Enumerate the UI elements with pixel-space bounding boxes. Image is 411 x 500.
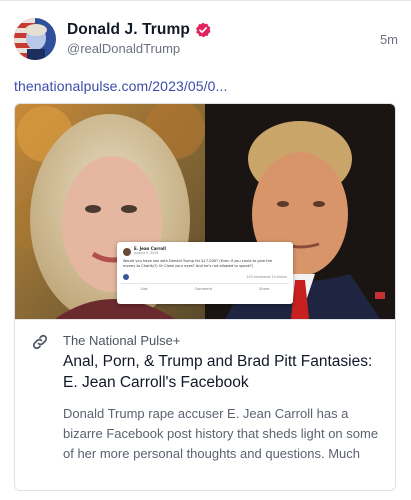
card-image[interactable]: E. Jean Carroll August 5, 2016 Would you… (15, 104, 395, 319)
fb-comment-action: Comment (194, 287, 213, 291)
author-handle[interactable]: @realDonaldTrump (67, 41, 180, 56)
fb-share-action: Share (259, 287, 270, 291)
link-icon (32, 334, 48, 350)
fb-avatar (123, 248, 131, 256)
fb-post-date: August 5, 2016 (134, 251, 159, 255)
verified-badge-icon (196, 22, 211, 38)
fb-like-action: Like (140, 287, 148, 291)
card-source: The National Pulse+ (63, 333, 181, 348)
post-timestamp: 5m (379, 32, 398, 47)
card-title[interactable]: Anal, Porn, & Trump and Brad Pitt Fantas… (63, 351, 383, 393)
avatar[interactable] (14, 18, 56, 60)
card-body[interactable]: The National Pulse+ Anal, Porn, & Trump … (15, 319, 395, 490)
link-preview-card[interactable]: E. Jean Carroll August 5, 2016 Would you… (14, 103, 396, 491)
fb-divider (121, 283, 289, 284)
fb-reaction-icon (123, 274, 129, 280)
top-divider (0, 0, 411, 1)
fb-post-text: Would you have sex with Donald Trump for… (123, 259, 273, 268)
post-link[interactable]: thenationalpulse.com/2023/05/0... (14, 78, 227, 94)
embedded-facebook-post: E. Jean Carroll August 5, 2016 Would you… (117, 242, 293, 304)
card-description: Donald Trump rape accuser E. Jean Carrol… (63, 406, 379, 461)
fb-actions: Like Comment Share (117, 287, 293, 291)
name-row: Donald J. Trump (67, 21, 211, 39)
author-name[interactable]: Donald J. Trump (67, 21, 190, 39)
post-header: Donald J. Trump @realDonaldTrump 5m (14, 18, 398, 62)
fb-post-stats: 105 comments 19 shares (246, 275, 287, 279)
